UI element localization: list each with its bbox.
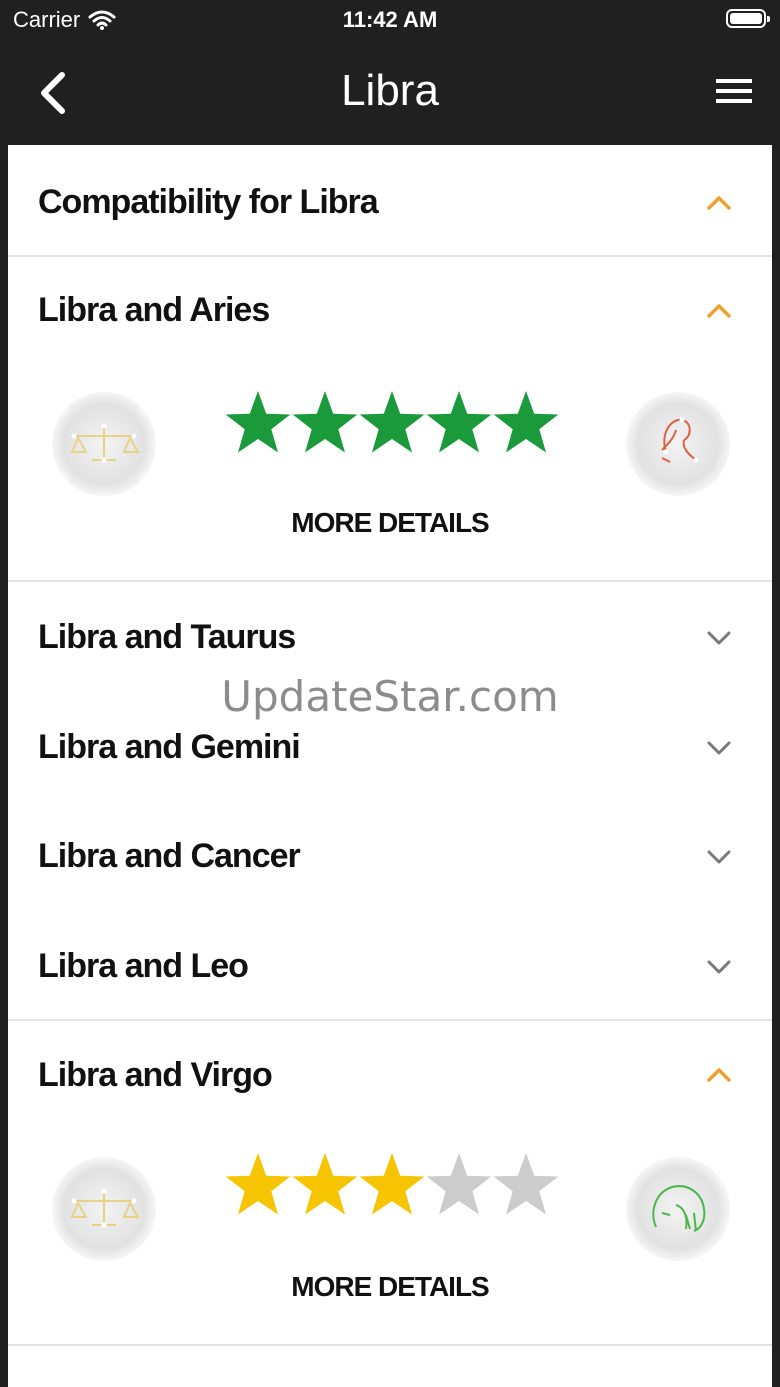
pair-cancer[interactable]: Libra and Cancer [8,802,772,912]
pair-label: Libra and Gemini [38,728,301,766]
chevron-down-icon [707,850,731,864]
battery-icon [726,9,770,28]
chevron-down-icon [707,741,731,755]
more-details-button[interactable]: MORE DETAILS [8,1271,772,1303]
navigation-bar: Libra [0,44,780,142]
star-filled-icon [225,391,291,453]
star-filled-icon [426,391,492,453]
pair-label: Libra and Leo [38,947,249,985]
rating-stars-aries [225,391,559,453]
pair-aries: Libra and Aries MORE DETAILS [8,257,772,581]
libra-icon [52,392,156,496]
more-details-button[interactable]: MORE DETAILS [8,507,772,539]
chevron-down-icon [707,960,731,974]
page-title: Libra [341,66,439,115]
star-filled-icon [359,391,425,453]
chevron-up-icon[interactable] [706,1067,732,1083]
clock: 11:42 AM [342,7,438,32]
virgo-icon [626,1157,730,1261]
divider [8,1344,772,1346]
pair-label[interactable]: Libra and Virgo [38,1056,273,1095]
chevron-up-icon [707,196,731,210]
chevron-down-icon [707,631,731,645]
star-empty-icon [426,1153,492,1215]
star-filled-icon [493,391,559,453]
section-header[interactable]: Compatibility for Libra [8,145,772,255]
star-filled-icon [359,1153,425,1215]
rating-stars-virgo [225,1153,559,1215]
aries-icon [626,392,730,496]
star-filled-icon [225,1153,291,1215]
status-bar: Carrier 11:42 AM [0,0,780,44]
star-empty-icon [493,1153,559,1215]
libra-icon [52,1157,156,1261]
watermark: UpdateStar.com [221,672,559,721]
star-filled-icon [292,1153,358,1215]
pair-label: Libra and Cancer [38,837,301,875]
pair-label: Libra and Taurus [38,618,296,656]
compatibility-list: Compatibility for Libra Libra and Aries … [8,145,772,1387]
pair-virgo: Libra and Virgo MORE DETAILS [8,1021,772,1345]
pair-label[interactable]: Libra and Aries [38,291,270,330]
chevron-up-icon[interactable] [706,303,732,319]
pair-leo[interactable]: Libra and Leo [8,912,772,1020]
section-title: Compatibility for Libra [38,183,379,221]
star-filled-icon [292,391,358,453]
hamburger-menu-icon[interactable] [716,77,752,105]
